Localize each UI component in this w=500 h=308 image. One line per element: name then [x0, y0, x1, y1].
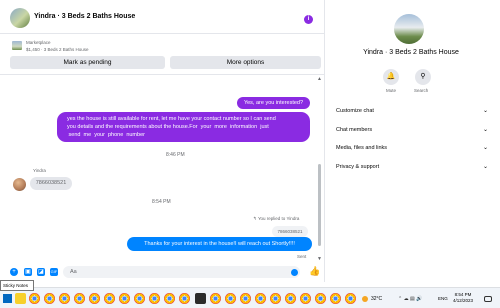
chrome-icon[interactable] [270, 293, 281, 304]
outgoing-message[interactable]: yes the house is still available for ren… [57, 112, 310, 142]
messages-scrollbar[interactable]: ▲ ▼ [317, 76, 323, 264]
chrome-icon[interactable] [345, 293, 356, 304]
thumbs-up-icon[interactable]: 👍 [309, 266, 320, 277]
chrome-icon[interactable] [285, 293, 296, 304]
menu-label: Customize chat [336, 108, 374, 114]
scroll-up-icon[interactable]: ▲ [317, 76, 322, 82]
chrome-icon[interactable] [330, 293, 341, 304]
chrome-icon[interactable] [315, 293, 326, 304]
details-title: Yindra · 3 Beds 2 Baths House [363, 49, 459, 56]
menu-label: Privacy & support [336, 164, 380, 170]
chrome-icon[interactable] [74, 293, 85, 304]
message-timestamp: 8:54 PM [152, 199, 171, 205]
message-input[interactable]: Aa [63, 266, 300, 278]
more-options-button[interactable]: More options [170, 56, 321, 69]
sender-name: Yindra [33, 168, 46, 173]
menu-label: Chat members [336, 127, 373, 133]
emoji-icon[interactable] [291, 269, 298, 276]
chrome-icon[interactable] [89, 293, 100, 304]
conversation-details-panel: Yindra · 3 Beds 2 Baths House 🔔 ⚲ Mute S… [326, 0, 500, 282]
listing-description[interactable]: $1,450 · 3 Beds 2 Baths House [26, 47, 89, 52]
message-status: Sent [297, 254, 307, 259]
chrome-icon[interactable] [300, 293, 311, 304]
chevron-down-icon: ⌄ [482, 108, 488, 114]
chrome-icon[interactable] [255, 293, 266, 304]
windows-taskbar: 32°C ⌃ ☁ ▤ 🔊 ENG 8:54 PM 4/12/2023 [0, 287, 500, 308]
menu-customize-chat[interactable]: Customize chat ⌄ [336, 104, 488, 118]
mute-label[interactable]: Mute [386, 88, 396, 93]
menu-chat-members[interactable]: Chat members ⌄ [336, 123, 488, 137]
clock[interactable]: 8:54 PM 4/12/2023 [448, 292, 478, 304]
chrome-icon[interactable] [225, 293, 236, 304]
image-icon[interactable]: ▣ [24, 268, 32, 276]
bell-icon[interactable]: 🔔 [383, 69, 399, 85]
menu-label: Media, files and links [336, 145, 388, 151]
clock-date: 4/12/2023 [452, 298, 474, 303]
conversation-title[interactable]: Yindra · 3 Beds 2 Baths House [34, 13, 135, 20]
chat-panel: Yindra · 3 Beds 2 Baths House i Marketpl… [0, 0, 325, 282]
conversation-avatar[interactable] [10, 8, 30, 28]
quoted-message[interactable]: 7866038521 [272, 226, 308, 237]
taskbar-tooltip: Sticky Notes [0, 280, 34, 291]
chrome-icon[interactable] [29, 293, 40, 304]
sticker-icon[interactable]: ◪ [37, 268, 45, 276]
weather-icon[interactable] [362, 296, 368, 302]
search-label[interactable]: Search [414, 88, 428, 93]
sticky-notes-icon[interactable] [15, 293, 26, 304]
app-icon[interactable] [195, 293, 206, 304]
outgoing-message[interactable]: Yes, are you interested? [237, 97, 310, 109]
mark-as-pending-button[interactable]: Mark as pending [10, 56, 165, 69]
system-tray-icons[interactable]: ⌃ ☁ ▤ 🔊 [398, 296, 422, 302]
language-indicator[interactable]: ENG [438, 296, 448, 301]
chevron-down-icon: ⌄ [482, 164, 488, 170]
chrome-icon[interactable] [210, 293, 221, 304]
chrome-icon[interactable] [44, 293, 55, 304]
chrome-icon[interactable] [119, 293, 130, 304]
chrome-icon[interactable] [149, 293, 160, 304]
scroll-down-icon[interactable]: ▼ [317, 256, 322, 262]
reply-label: You replied to Yindra [257, 216, 300, 221]
reply-indicator: ↰ You replied to Yindra [253, 216, 299, 222]
scrollbar-thumb[interactable] [318, 164, 321, 246]
chrome-icon[interactable] [104, 293, 115, 304]
incoming-message[interactable]: 7866038521 [30, 177, 72, 190]
message-composer: + ▣ ◪ GIF Aa 👍 [0, 263, 325, 282]
menu-privacy-support[interactable]: Privacy & support ⌄ [336, 160, 488, 174]
windows-start-icon[interactable] [3, 294, 12, 303]
chevron-down-icon: ⌄ [482, 145, 488, 151]
chrome-icon[interactable] [59, 293, 70, 304]
menu-media-files-links[interactable]: Media, files and links ⌄ [336, 141, 488, 155]
chrome-icon[interactable] [240, 293, 251, 304]
listing-thumbnail[interactable] [12, 41, 22, 50]
chrome-icon[interactable] [179, 293, 190, 304]
chrome-icon[interactable] [134, 293, 145, 304]
outgoing-message[interactable]: Thanks for your interest in the house!I … [127, 237, 312, 251]
message-timestamp: 8:46 PM [166, 152, 185, 158]
gif-icon[interactable]: GIF [50, 268, 58, 276]
chat-header: Yindra · 3 Beds 2 Baths House i [0, 0, 325, 34]
sender-avatar[interactable] [13, 178, 26, 191]
notification-icon[interactable] [484, 296, 492, 302]
search-icon[interactable]: ⚲ [415, 69, 431, 85]
listing-banner: Marketplace $1,450 · 3 Beds 2 Baths Hous… [0, 35, 325, 75]
chrome-icon[interactable] [164, 293, 175, 304]
temperature[interactable]: 32°C [371, 296, 382, 302]
plus-icon[interactable]: + [10, 268, 18, 276]
info-icon[interactable]: i [304, 15, 313, 24]
conversation-large-avatar[interactable] [394, 14, 424, 44]
chevron-down-icon: ⌄ [482, 127, 488, 133]
listing-category: Marketplace [26, 40, 51, 45]
